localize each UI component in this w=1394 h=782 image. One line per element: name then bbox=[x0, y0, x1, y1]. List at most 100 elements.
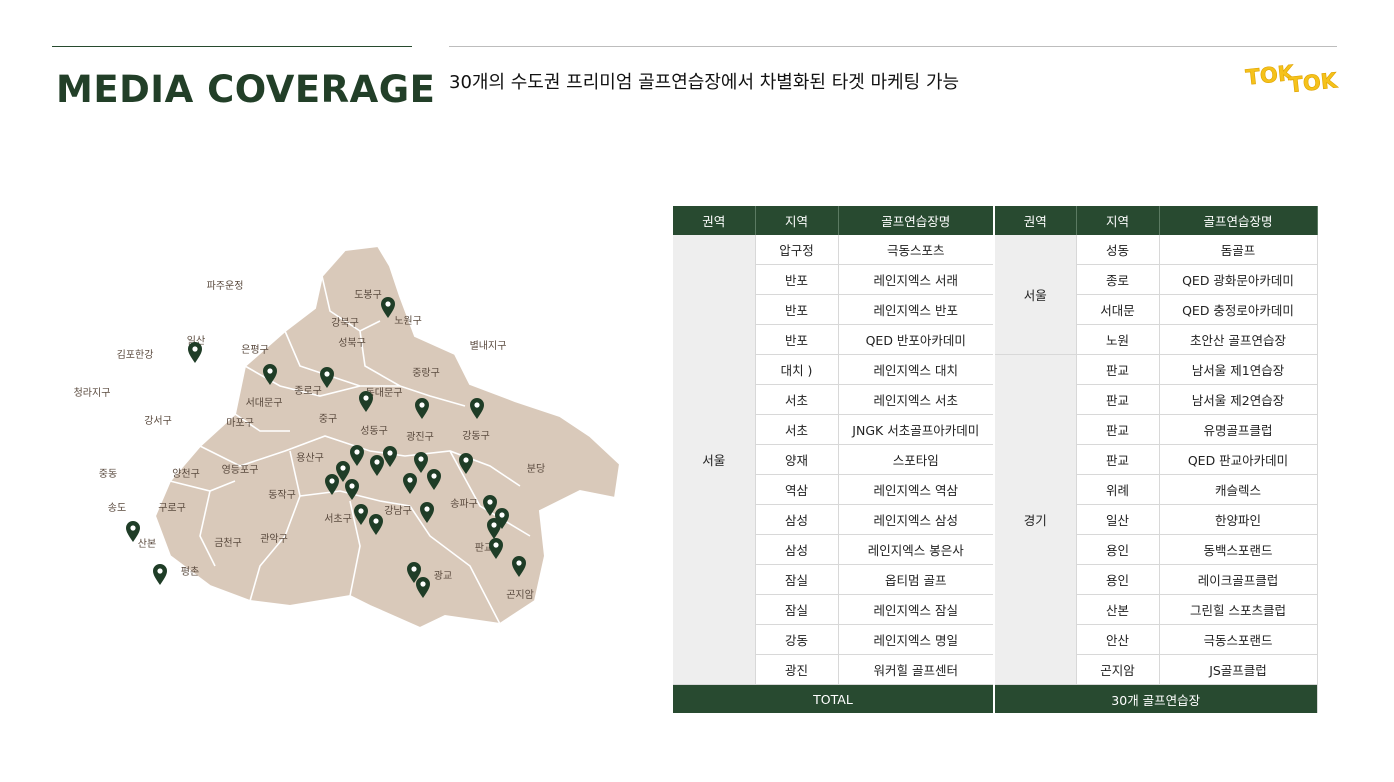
area-cell-2: 종로 bbox=[1076, 264, 1160, 295]
location-pin-dot bbox=[349, 483, 355, 489]
district-label: 은평구 bbox=[241, 344, 269, 356]
district-label: 강동구 bbox=[462, 430, 490, 442]
area-cell-2: 안산 bbox=[1076, 624, 1160, 655]
area-cell: 양재 bbox=[755, 444, 839, 475]
area-cell-2: 곤지암 bbox=[1076, 654, 1160, 685]
header-region: 권역 bbox=[673, 206, 756, 235]
total-value: 30개 골프연습장 bbox=[994, 684, 1318, 713]
region-cell-gyeonggi: 경기 bbox=[994, 354, 1077, 685]
range-name-cell: JNGK 서초골프아카데미 bbox=[838, 414, 995, 445]
header-area: 지역 bbox=[755, 206, 839, 235]
area-cell: 서초 bbox=[755, 384, 839, 415]
page-subtitle: 30개의 수도권 프리미엄 골프연습장에서 차별화된 타겟 마케팅 가능 bbox=[449, 72, 960, 93]
location-pin-dot bbox=[363, 395, 369, 401]
total-label: TOTAL bbox=[673, 684, 995, 713]
subtitle-rule bbox=[449, 46, 1337, 47]
range-name-cell: QED 반포아카데미 bbox=[838, 324, 995, 355]
range-name-cell: 레인지엑스 대치 bbox=[838, 354, 995, 385]
area-cell: 역삼 bbox=[755, 474, 839, 505]
area-cell-2: 판교 bbox=[1076, 414, 1160, 445]
range-name-cell-2: JS골프클럽 bbox=[1159, 654, 1318, 685]
location-pin-icon bbox=[188, 342, 202, 363]
area-label: 곤지암 bbox=[506, 589, 534, 601]
area-cell-2: 판교 bbox=[1076, 444, 1160, 475]
range-name-cell-2: QED 충정로아카데미 bbox=[1159, 294, 1318, 325]
district-label: 양천구 bbox=[172, 468, 200, 480]
location-pin-dot bbox=[420, 581, 426, 587]
district-label: 중랑구 bbox=[412, 367, 440, 379]
location-pin-dot bbox=[499, 512, 505, 518]
area-cell: 반포 bbox=[755, 264, 839, 295]
location-pin-dot bbox=[324, 371, 330, 377]
area-label: 산본 bbox=[138, 538, 156, 550]
range-name-cell-2: QED 판교아카데미 bbox=[1159, 444, 1318, 475]
location-pin-dot bbox=[374, 459, 380, 465]
range-name-cell: 워커힐 골프센터 bbox=[838, 654, 995, 685]
range-name-cell-2: QED 광화문아카데미 bbox=[1159, 264, 1318, 295]
area-cell-2: 서대문 bbox=[1076, 294, 1160, 325]
district-label: 성북구 bbox=[338, 337, 366, 349]
district-label: 도봉구 bbox=[354, 289, 382, 301]
range-name-cell: 레인지엑스 잠실 bbox=[838, 594, 995, 625]
district-label: 송파구 bbox=[450, 498, 478, 510]
area-label: 파주운정 bbox=[207, 280, 244, 292]
toktok-logo: TOK TOK bbox=[1244, 60, 1339, 97]
title-rule bbox=[52, 46, 412, 47]
location-pin-dot bbox=[387, 450, 393, 456]
range-name-cell: 레인지엑스 명일 bbox=[838, 624, 995, 655]
area-cell: 삼성 bbox=[755, 504, 839, 535]
area-cell: 대치 ) bbox=[755, 354, 839, 385]
page-title: MEDIA COVERAGE bbox=[56, 68, 436, 111]
area-cell: 서초 bbox=[755, 414, 839, 445]
range-name-cell: 레인지엑스 역삼 bbox=[838, 474, 995, 505]
location-pin-dot bbox=[385, 301, 391, 307]
range-name-cell-2: 극동스포랜드 bbox=[1159, 624, 1318, 655]
location-pin-dot bbox=[431, 473, 437, 479]
area-cell: 반포 bbox=[755, 294, 839, 325]
location-pin-dot bbox=[463, 457, 469, 463]
location-pin-dot bbox=[354, 449, 360, 455]
range-name-cell: 레인지엑스 서초 bbox=[838, 384, 995, 415]
area-label: 김포한강 bbox=[117, 349, 154, 361]
area-cell: 광진 bbox=[755, 654, 839, 685]
location-pin-dot bbox=[474, 402, 480, 408]
area-cell-2: 산본 bbox=[1076, 594, 1160, 625]
location-pin-dot bbox=[373, 518, 379, 524]
range-name-cell: 레인지엑스 서래 bbox=[838, 264, 995, 295]
location-pin-dot bbox=[358, 508, 364, 514]
range-name-cell-2: 한양파인 bbox=[1159, 504, 1318, 535]
header-name: 골프연습장명 bbox=[838, 206, 995, 235]
area-cell-2: 판교 bbox=[1076, 354, 1160, 385]
location-pin-dot bbox=[491, 522, 497, 528]
coverage-table: 권역 지역 골프연습장명 권역 지역 골프연습장명 서울 압구정 극동스포츠 서울 성동… bbox=[673, 206, 1318, 713]
location-pin-dot bbox=[192, 346, 198, 352]
range-name-cell-2: 유명골프클럽 bbox=[1159, 414, 1318, 445]
location-pin-dot bbox=[340, 465, 346, 471]
location-pin-dot bbox=[487, 499, 493, 505]
area-label: 청라지구 bbox=[74, 387, 111, 399]
range-name-cell: 레인지엑스 삼성 bbox=[838, 504, 995, 535]
range-name-cell-2: 레이크골프클럽 bbox=[1159, 564, 1318, 595]
district-label: 용산구 bbox=[296, 452, 324, 464]
location-pin-dot bbox=[493, 542, 499, 548]
area-label: 광교 bbox=[434, 570, 452, 582]
area-cell-2: 위례 bbox=[1076, 474, 1160, 505]
area-cell-2: 노원 bbox=[1076, 324, 1160, 355]
area-cell: 강동 bbox=[755, 624, 839, 655]
range-name-cell-2: 남서울 제2연습장 bbox=[1159, 384, 1318, 415]
total-row: TOTAL 30개 골프연습장 bbox=[673, 684, 1318, 713]
district-label: 동작구 bbox=[268, 489, 296, 501]
area-label: 별내지구 bbox=[470, 340, 507, 352]
location-pin-dot bbox=[407, 477, 413, 483]
table-header-row: 권역 지역 골프연습장명 권역 지역 골프연습장명 bbox=[673, 206, 1318, 235]
table-row: 대치 ) 레인지엑스 대치 경기 판교 남서울 제1연습장 bbox=[673, 354, 1318, 685]
svg-text:TOK: TOK bbox=[1287, 68, 1338, 97]
area-cell-2: 판교 bbox=[1076, 384, 1160, 415]
location-pin-dot bbox=[130, 525, 136, 531]
range-name-cell: 레인지엑스 반포 bbox=[838, 294, 995, 325]
range-name-cell-2: 초안산 골프연습장 bbox=[1159, 324, 1318, 355]
header-region-2: 권역 bbox=[994, 206, 1077, 235]
district-label: 강서구 bbox=[144, 415, 172, 427]
district-label: 노원구 bbox=[394, 315, 422, 327]
location-pin-dot bbox=[424, 506, 430, 512]
